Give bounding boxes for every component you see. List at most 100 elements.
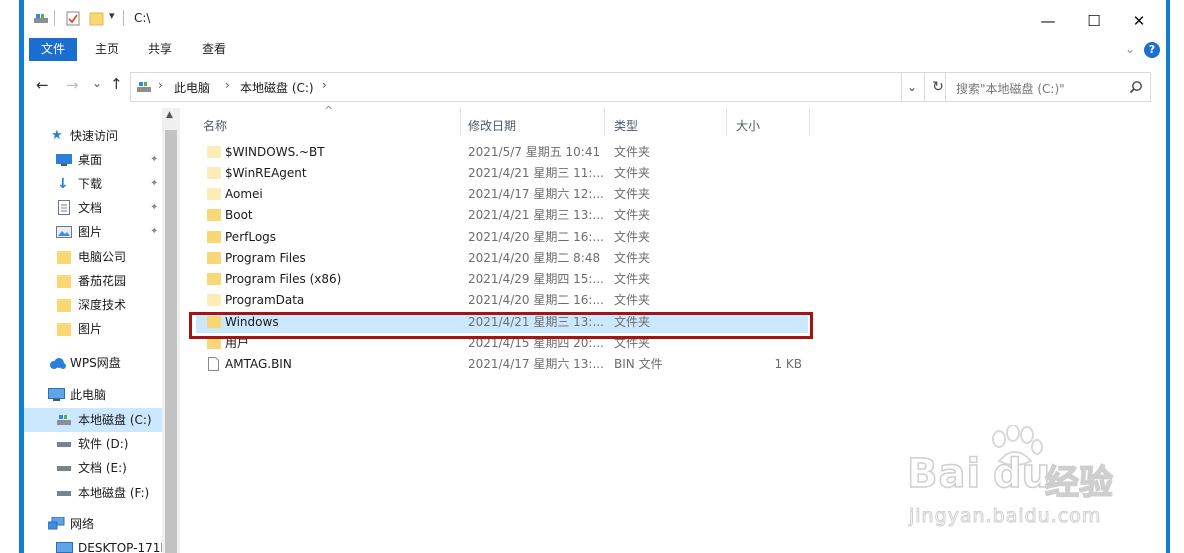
sidebar-item-downloads[interactable]: ↓ 下载 ✦ xyxy=(24,172,162,196)
folder-icon xyxy=(207,273,221,285)
folder-icon xyxy=(207,167,221,179)
maximize-button[interactable]: ☐ xyxy=(1071,8,1117,34)
ribbon-collapse-icon[interactable]: ⌄ xyxy=(1125,38,1135,61)
minimize-button[interactable]: — xyxy=(1025,8,1071,34)
sort-indicator-icon: ^ xyxy=(324,104,334,117)
sidebar-item-label: 本地磁盘 (C:) xyxy=(78,413,152,427)
tab-share[interactable]: 共享 xyxy=(148,38,172,61)
file-date: 2021/4/29 星期四 15:... xyxy=(468,272,604,286)
column-divider[interactable] xyxy=(460,108,461,136)
column-divider[interactable] xyxy=(726,108,727,136)
pin-icon[interactable]: ✦ xyxy=(150,148,158,172)
sidebar-item-this-pc[interactable]: 此电脑 xyxy=(24,383,162,407)
sidebar-item-label: 文档 (E:) xyxy=(78,461,127,475)
qat-divider xyxy=(54,10,55,26)
search-input[interactable]: 搜索"本地磁盘 (C:)" xyxy=(945,72,1151,102)
qat-customize-icon[interactable]: ▾ xyxy=(109,9,115,22)
navigation-scrollbar-thumb[interactable] xyxy=(165,130,177,553)
table-row[interactable]: Aomei 2021/4/17 星期六 12:... 文件夹 xyxy=(196,184,808,205)
file-name: Boot xyxy=(225,208,253,222)
sidebar-item-drive-d[interactable]: 软件 (D:) xyxy=(24,432,162,456)
sidebar-item-folder[interactable]: 电脑公司 xyxy=(24,245,162,269)
forward-button[interactable]: → xyxy=(66,76,79,94)
table-row[interactable]: Boot 2021/4/21 星期三 13:... 文件夹 xyxy=(196,205,808,226)
tab-home[interactable]: 主页 xyxy=(95,38,119,61)
scroll-up-arrow-icon[interactable]: ▲ xyxy=(166,110,173,120)
sidebar-item-label: DESKTOP-171H xyxy=(78,541,162,553)
sidebar-item-quick-access[interactable]: ★ 快速访问 xyxy=(24,124,162,148)
breadcrumb-separator[interactable]: › xyxy=(158,78,163,92)
sidebar-item-desktop-pc[interactable]: DESKTOP-171H xyxy=(24,536,162,553)
column-divider[interactable] xyxy=(604,108,605,136)
sidebar-item-label: 此电脑 xyxy=(70,388,107,402)
back-button[interactable]: ← xyxy=(36,76,49,94)
annotation-highlight-box xyxy=(189,312,813,339)
table-row[interactable]: ProgramData 2021/4/20 星期二 16:... 文件夹 xyxy=(196,290,808,311)
tab-view[interactable]: 查看 xyxy=(202,38,226,61)
outer-background-left xyxy=(0,0,19,553)
folder-icon xyxy=(207,146,221,158)
cloud-icon xyxy=(50,358,66,369)
column-header-name[interactable]: 名称 xyxy=(203,114,227,138)
breadcrumb-drive-c[interactable]: 本地磁盘 (C:) xyxy=(240,79,314,96)
address-box[interactable]: › 此电脑 › 本地磁盘 (C:) › xyxy=(130,72,902,102)
search-icon[interactable] xyxy=(1129,80,1143,94)
column-header-date[interactable]: 修改日期 xyxy=(468,114,516,138)
download-icon: ↓ xyxy=(57,176,69,192)
new-folder-icon[interactable] xyxy=(89,11,104,26)
sidebar-item-folder[interactable]: 图片 xyxy=(24,317,162,341)
sidebar-item-network[interactable]: 网络 xyxy=(24,512,162,536)
file-name: $WINDOWS.~BT xyxy=(225,145,325,159)
sidebar-item-drive-c[interactable]: 本地磁盘 (C:) xyxy=(24,408,162,432)
pin-icon[interactable]: ✦ xyxy=(150,196,158,220)
up-button[interactable]: ↑ xyxy=(110,75,123,93)
file-name: PerfLogs xyxy=(225,230,277,244)
sidebar-item-folder[interactable]: 深度技术 xyxy=(24,293,162,317)
close-button[interactable]: ✕ xyxy=(1116,8,1162,34)
sidebar-item-label: 图片 xyxy=(78,225,103,239)
drive-icon xyxy=(57,466,71,471)
address-dropdown-button[interactable]: ⌄ xyxy=(900,72,925,102)
breadcrumb-separator[interactable]: › xyxy=(225,78,230,92)
table-row[interactable]: AMTAG.BIN 2021/4/17 星期六 13:... BIN 文件 1 … xyxy=(196,354,808,375)
table-row[interactable]: PerfLogs 2021/4/20 星期二 16:... 文件夹 xyxy=(196,227,808,248)
tab-file[interactable]: 文件 xyxy=(29,38,77,61)
help-icon[interactable]: ? xyxy=(1144,42,1160,58)
breadcrumb-this-pc[interactable]: 此电脑 xyxy=(174,79,210,96)
column-divider[interactable] xyxy=(809,108,810,136)
sidebar-item-label: 软件 (D:) xyxy=(78,437,129,451)
sidebar-item-desktop[interactable]: 桌面 ✦ xyxy=(24,148,162,172)
table-row[interactable]: Program Files (x86) 2021/4/29 星期四 15:...… xyxy=(196,269,808,290)
sidebar-item-label: 本地磁盘 (F:) xyxy=(78,486,150,500)
properties-icon[interactable] xyxy=(66,11,80,26)
search-placeholder: 搜索"本地磁盘 (C:)" xyxy=(956,82,1065,96)
table-row[interactable]: $WINDOWS.~BT 2021/5/7 星期五 10:41 文件夹 xyxy=(196,142,808,163)
baidu-watermark: Bai du 经验 jingyan.baidu.com xyxy=(905,425,1135,535)
file-type: 文件夹 xyxy=(614,293,651,307)
sidebar-item-label: 文档 xyxy=(78,201,103,215)
drive-icon xyxy=(57,442,71,447)
computer-icon xyxy=(48,388,65,401)
column-header-size[interactable]: 大小 xyxy=(736,114,760,138)
star-icon: ★ xyxy=(51,128,63,143)
column-header-type[interactable]: 类型 xyxy=(614,114,638,138)
drive-icon[interactable] xyxy=(33,11,49,25)
table-row[interactable]: $WinREAgent 2021/4/21 星期三 11:... 文件夹 xyxy=(196,163,808,184)
sidebar-item-drive-e[interactable]: 文档 (E:) xyxy=(24,456,162,480)
folder-icon xyxy=(57,323,71,336)
sidebar-item-documents[interactable]: 文档 ✦ xyxy=(24,196,162,220)
sidebar-item-drive-f[interactable]: 本地磁盘 (F:) xyxy=(24,481,162,505)
sidebar-item-folder[interactable]: 番茄花园 xyxy=(24,269,162,293)
sidebar-item-label: 深度技术 xyxy=(78,298,127,312)
file-name: $WinREAgent xyxy=(225,166,307,180)
breadcrumb-separator[interactable]: › xyxy=(322,78,327,92)
table-row[interactable]: Program Files 2021/4/20 星期二 8:48 文件夹 xyxy=(196,248,808,269)
pin-icon[interactable]: ✦ xyxy=(150,172,158,196)
recent-locations-button[interactable]: ⌄ xyxy=(92,76,102,90)
outer-background-right xyxy=(1170,0,1184,553)
file-type: 文件夹 xyxy=(614,145,651,159)
sidebar-item-wps-cloud[interactable]: WPS网盘 xyxy=(24,351,162,375)
pin-icon[interactable]: ✦ xyxy=(150,220,158,244)
sidebar-item-pictures[interactable]: 图片 ✦ xyxy=(24,220,162,244)
pictures-icon xyxy=(56,226,72,238)
